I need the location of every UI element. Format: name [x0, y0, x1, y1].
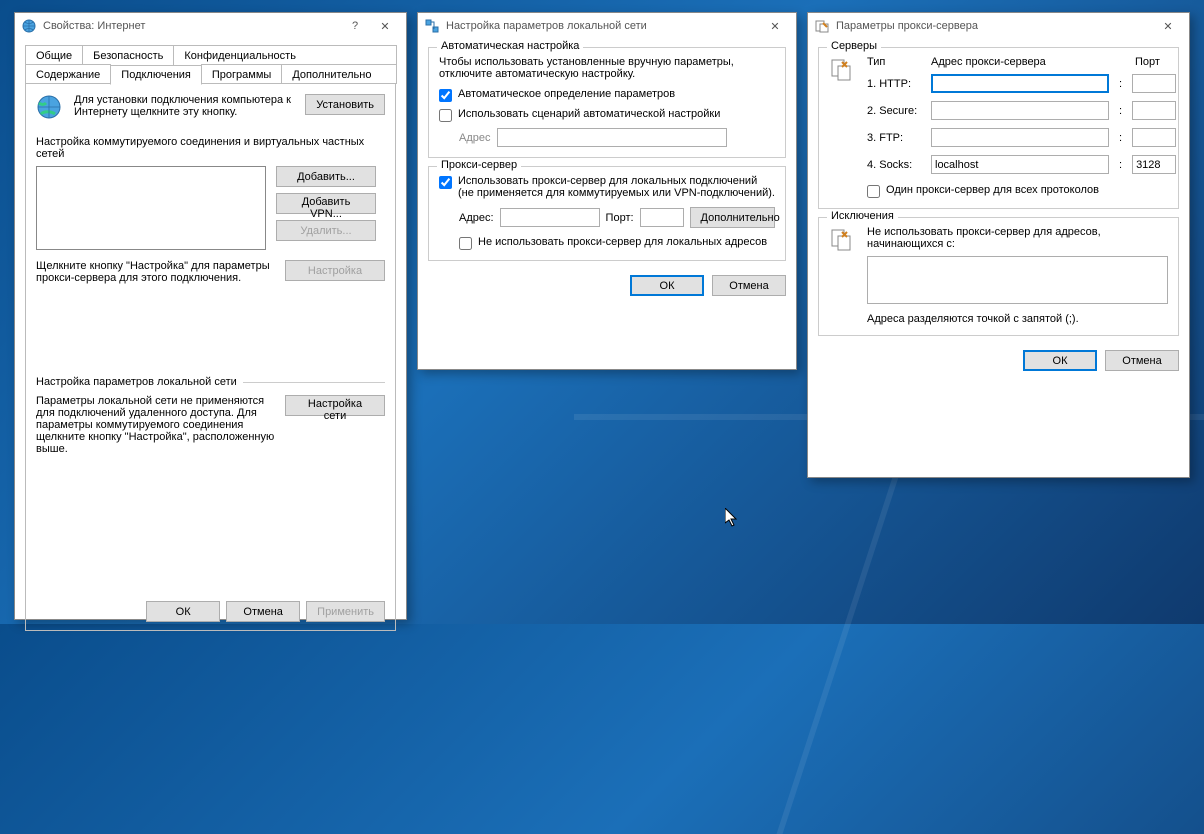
setup-button[interactable]: Установить: [305, 94, 385, 115]
titlebar[interactable]: Настройка параметров локальной сети ✕: [418, 13, 796, 39]
add-vpn-button[interactable]: Добавить VPN...: [276, 193, 376, 214]
servers-legend: Серверы: [827, 40, 881, 52]
connections-listbox[interactable]: [36, 166, 266, 250]
auto-config-legend: Автоматическая настройка: [437, 40, 583, 52]
autodetect-checkbox[interactable]: Автоматическое определение параметров: [439, 88, 775, 102]
bypass-local-input[interactable]: [459, 237, 472, 250]
tabs: Общие Безопасность Конфиденциальность Со…: [25, 45, 396, 631]
autoscript-input[interactable]: [439, 109, 452, 122]
socks-addr-input[interactable]: [931, 155, 1109, 174]
autodetect-label: Автоматическое определение параметров: [458, 88, 675, 100]
http-port-input[interactable]: [1132, 74, 1176, 93]
col-type: Тип: [867, 56, 925, 68]
cancel-button[interactable]: Отмена: [226, 601, 300, 622]
cursor-icon: [725, 508, 739, 531]
proxy-port-input[interactable]: [640, 208, 684, 227]
same-proxy-input[interactable]: [867, 185, 880, 198]
ok-button[interactable]: ОК: [1023, 350, 1097, 371]
exceptions-icon: [829, 226, 857, 257]
bypass-local-label: Не использовать прокси-сервер для локаль…: [478, 236, 767, 248]
close-button[interactable]: ✕: [760, 15, 790, 37]
auto-config-hint: Чтобы использовать установленные вручную…: [439, 56, 775, 80]
use-proxy-input[interactable]: [439, 176, 452, 189]
secure-port-input[interactable]: [1132, 101, 1176, 120]
help-button[interactable]: ?: [340, 15, 370, 37]
tab-content[interactable]: Содержание: [25, 64, 111, 84]
proxy-icon: [814, 18, 830, 34]
lan-settings-button[interactable]: Настройка сети: [285, 395, 385, 416]
globe-large-icon: [36, 94, 64, 122]
exceptions-legend: Исключения: [827, 210, 898, 222]
remove-button[interactable]: Удалить...: [276, 220, 376, 241]
proxy-settings-window: Параметры прокси-сервера ✕ Серверы Тип А…: [807, 12, 1190, 478]
use-proxy-label: Использовать прокси-сервер для локальных…: [458, 175, 775, 199]
use-proxy-checkbox[interactable]: Использовать прокси-сервер для локальных…: [439, 175, 775, 199]
exceptions-hint: Адреса разделяются точкой с запятой (;).: [867, 313, 1168, 325]
socks-port-input[interactable]: [1132, 155, 1176, 174]
proxy-port-label: Порт:: [606, 212, 634, 224]
bypass-local-checkbox[interactable]: Не использовать прокси-сервер для локаль…: [459, 236, 775, 250]
lan-heading: Настройка параметров локальной сети: [36, 376, 237, 388]
col-port: Порт: [1135, 56, 1160, 68]
ok-button[interactable]: ОК: [630, 275, 704, 296]
tab-panel-connections: Для установки подключения компьютера к И…: [25, 83, 396, 631]
network-icon: [424, 18, 440, 34]
proxy-addr-label: Адрес:: [459, 212, 494, 224]
titlebar[interactable]: Параметры прокси-сервера ✕: [808, 13, 1189, 39]
row-socks-label: 4. Socks:: [867, 159, 925, 171]
proxy-group: Прокси-сервер Использовать прокси-сервер…: [428, 166, 786, 261]
close-button[interactable]: ✕: [370, 15, 400, 37]
cancel-button[interactable]: Отмена: [1105, 350, 1179, 371]
window-title: Настройка параметров локальной сети: [446, 20, 760, 32]
setup-text: Для установки подключения компьютера к И…: [74, 94, 295, 118]
tab-general[interactable]: Общие: [25, 45, 83, 65]
proxy-advanced-button[interactable]: Дополнительно: [690, 207, 775, 228]
ok-button[interactable]: ОК: [146, 601, 220, 622]
lan-text: Параметры локальной сети не применяются …: [36, 395, 275, 455]
exceptions-textarea[interactable]: [867, 256, 1168, 304]
script-addr-label: Адрес: [459, 132, 491, 144]
close-button[interactable]: ✕: [1153, 15, 1183, 37]
tab-advanced[interactable]: Дополнительно: [281, 64, 397, 84]
add-button[interactable]: Добавить...: [276, 166, 376, 187]
window-title: Параметры прокси-сервера: [836, 20, 1153, 32]
proxy-legend: Прокси-сервер: [437, 159, 521, 171]
lan-settings-window: Настройка параметров локальной сети ✕ Ав…: [417, 12, 797, 370]
autoscript-checkbox[interactable]: Использовать сценарий автоматической нас…: [439, 108, 775, 122]
script-addr-input[interactable]: [497, 128, 727, 147]
conn-settings-button[interactable]: Настройка: [285, 260, 385, 281]
exceptions-group: Исключения Не использовать прокси-сервер…: [818, 217, 1179, 336]
row-secure-label: 2. Secure:: [867, 105, 925, 117]
servers-group: Серверы Тип Адрес прокси-сервера Порт 1.…: [818, 47, 1179, 209]
tab-connections[interactable]: Подключения: [110, 65, 202, 85]
window-title: Свойства: Интернет: [43, 20, 340, 32]
secure-addr-input[interactable]: [931, 101, 1109, 120]
autoscript-label: Использовать сценарий автоматической нас…: [458, 108, 720, 120]
internet-properties-window: Свойства: Интернет ? ✕ Общие Безопасност…: [14, 12, 407, 620]
tab-security[interactable]: Безопасность: [82, 45, 174, 65]
ftp-port-input[interactable]: [1132, 128, 1176, 147]
tab-programs[interactable]: Программы: [201, 64, 282, 84]
same-proxy-label: Один прокси-сервер для всех протоколов: [886, 184, 1099, 196]
cancel-button[interactable]: Отмена: [712, 275, 786, 296]
autodetect-input[interactable]: [439, 89, 452, 102]
row-ftp-label: 3. FTP:: [867, 132, 925, 144]
globe-icon: [21, 18, 37, 34]
titlebar[interactable]: Свойства: Интернет ? ✕: [15, 13, 406, 39]
auto-config-group: Автоматическая настройка Чтобы использов…: [428, 47, 786, 158]
servers-icon: [829, 56, 857, 87]
ftp-addr-input[interactable]: [931, 128, 1109, 147]
same-proxy-checkbox[interactable]: Один прокси-сервер для всех протоколов: [867, 184, 1176, 198]
exceptions-text: Не использовать прокси-сервер для адресо…: [867, 226, 1168, 250]
row-http-label: 1. HTTP:: [867, 78, 925, 90]
tab-privacy[interactable]: Конфиденциальность: [173, 45, 397, 65]
dialup-heading: Настройка коммутируемого соединения и ви…: [36, 136, 379, 160]
apply-button[interactable]: Применить: [306, 601, 385, 622]
col-addr: Адрес прокси-сервера: [931, 56, 1109, 68]
http-addr-input[interactable]: [931, 74, 1109, 93]
proxy-addr-input[interactable]: [500, 208, 600, 227]
dialup-hint: Щелкните кнопку "Настройка" для параметр…: [36, 260, 275, 284]
